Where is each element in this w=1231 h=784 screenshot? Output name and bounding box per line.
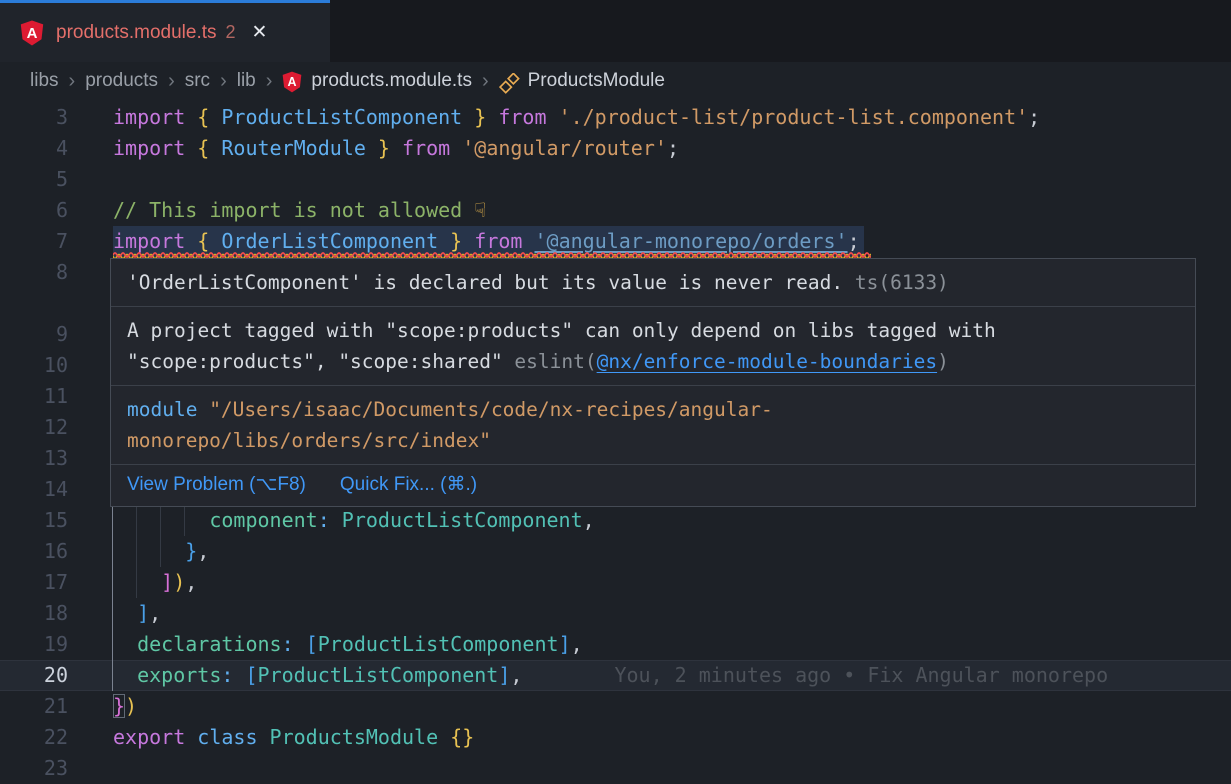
breadcrumb-item-libs[interactable]: libs	[30, 70, 59, 92]
chevron-right-icon: ›	[168, 70, 175, 93]
code-line[interactable]: 15 component: ProductListComponent,	[0, 505, 1231, 536]
code-line[interactable]: 20 exports: [ProductListComponent],You, …	[0, 660, 1231, 691]
breadcrumb-item-file[interactable]: products.module.ts	[311, 70, 472, 92]
line-number: 12	[0, 412, 68, 443]
tab-problems-badge: 2	[226, 22, 236, 43]
tab-bar: A products.module.ts 2 ✕	[0, 0, 1231, 62]
popup-section: module "/Users/isaac/Documents/code/nx-r…	[111, 386, 1195, 465]
breadcrumb-item-products[interactable]: products	[85, 70, 158, 92]
code-line[interactable]: 5	[0, 164, 1231, 195]
line-number: 16	[0, 536, 68, 567]
svg-text:A: A	[288, 75, 297, 89]
chevron-right-icon: ›	[482, 70, 489, 93]
line-number: 14	[0, 474, 68, 505]
line-number: 7	[0, 226, 68, 257]
line-number: 18	[0, 598, 68, 629]
chevron-right-icon: ›	[220, 70, 227, 93]
line-number: 19	[0, 629, 68, 660]
code-text: import { ProductListComponent } from './…	[113, 102, 1040, 133]
line-number: 11	[0, 381, 68, 412]
tab-title: products.module.ts	[56, 22, 217, 44]
code-text: import { RouterModule } from '@angular/r…	[113, 133, 679, 164]
popup-actions: View Problem (⌥F8) Quick Fix... (⌘.)	[111, 465, 1195, 506]
code-line[interactable]: 21})	[0, 691, 1231, 722]
breadcrumb-item-src[interactable]: src	[185, 70, 210, 92]
popup-section: A project tagged with "scope:products" c…	[111, 307, 1195, 386]
line-number: 4	[0, 133, 68, 164]
code-text: })	[113, 691, 137, 722]
git-blame-annotation: You, 2 minutes ago • Fix Angular monorep…	[614, 663, 1108, 687]
view-problem-action[interactable]: View Problem (⌥F8)	[127, 473, 306, 496]
rule-docs-link[interactable]: @nx/enforce-module-boundaries	[597, 350, 937, 373]
breadcrumb: libs › products › src › lib › A products…	[0, 62, 1231, 100]
breadcrumb-item-lib[interactable]: lib	[237, 70, 256, 92]
angular-icon: A	[282, 71, 302, 93]
angular-icon: A	[20, 20, 44, 46]
line-number: 23	[0, 753, 68, 784]
quick-fix-action[interactable]: Quick Fix... (⌘.)	[340, 473, 477, 496]
chevron-right-icon: ›	[69, 70, 76, 93]
code-line[interactable]: 23	[0, 753, 1231, 784]
code-line[interactable]: 18 ],	[0, 598, 1231, 629]
code-line[interactable]: 4 import { RouterModule } from '@angular/…	[0, 133, 1231, 164]
code-line[interactable]: 3 import { ProductListComponent } from '.…	[0, 102, 1231, 133]
line-number: 22	[0, 722, 68, 753]
code-line[interactable]: 22 export class ProductsModule {}	[0, 722, 1231, 753]
popup-section: 'OrderListComponent' is declared but its…	[111, 259, 1195, 307]
chevron-right-icon: ›	[266, 70, 273, 93]
tab-products-module[interactable]: A products.module.ts 2 ✕	[0, 0, 330, 62]
code-line[interactable]: 7import { OrderListComponent } from '@an…	[0, 226, 1231, 257]
line-number: 13	[0, 443, 68, 474]
code-line[interactable]: 16 },	[0, 536, 1231, 567]
code-text: exports: [ProductListComponent],You, 2 m…	[113, 660, 1108, 691]
module-specifier-link[interactable]: '@angular-monorepo/orders'	[534, 229, 847, 253]
code-line[interactable]: 19 declarations: [ProductListComponent],	[0, 629, 1231, 660]
line-number: 20	[0, 660, 68, 691]
code-text: },	[113, 536, 209, 567]
popup-sections: 'OrderListComponent' is declared but its…	[111, 259, 1195, 465]
diagnostic-hover-popup: 'OrderListComponent' is declared but its…	[110, 258, 1196, 507]
svg-text:A: A	[27, 25, 38, 42]
code-text: ],	[113, 598, 161, 629]
line-number: 8	[0, 257, 68, 288]
code-line[interactable]: 6 // This import is not allowed ☟	[0, 195, 1231, 226]
line-number: 5	[0, 164, 68, 195]
line-number: 3	[0, 102, 68, 133]
breadcrumb-item-symbol[interactable]: ProductsModule	[528, 70, 665, 92]
line-number: 6	[0, 195, 68, 226]
line-number: 10	[0, 350, 68, 381]
line-number: 15	[0, 505, 68, 536]
line-number: 17	[0, 567, 68, 598]
code-text: ]),	[113, 567, 197, 598]
code-text: export class ProductsModule {}	[113, 722, 474, 753]
code-text: component: ProductListComponent,	[113, 505, 595, 536]
code-line[interactable]: 17 ]),	[0, 567, 1231, 598]
code-text: declarations: [ProductListComponent],	[113, 629, 583, 660]
line-number: 21	[0, 691, 68, 722]
line-number: 9	[0, 319, 68, 350]
code-text: // This import is not allowed ☟	[113, 195, 486, 226]
close-icon[interactable]: ✕	[252, 21, 268, 44]
symbol-class-icon	[499, 73, 520, 94]
